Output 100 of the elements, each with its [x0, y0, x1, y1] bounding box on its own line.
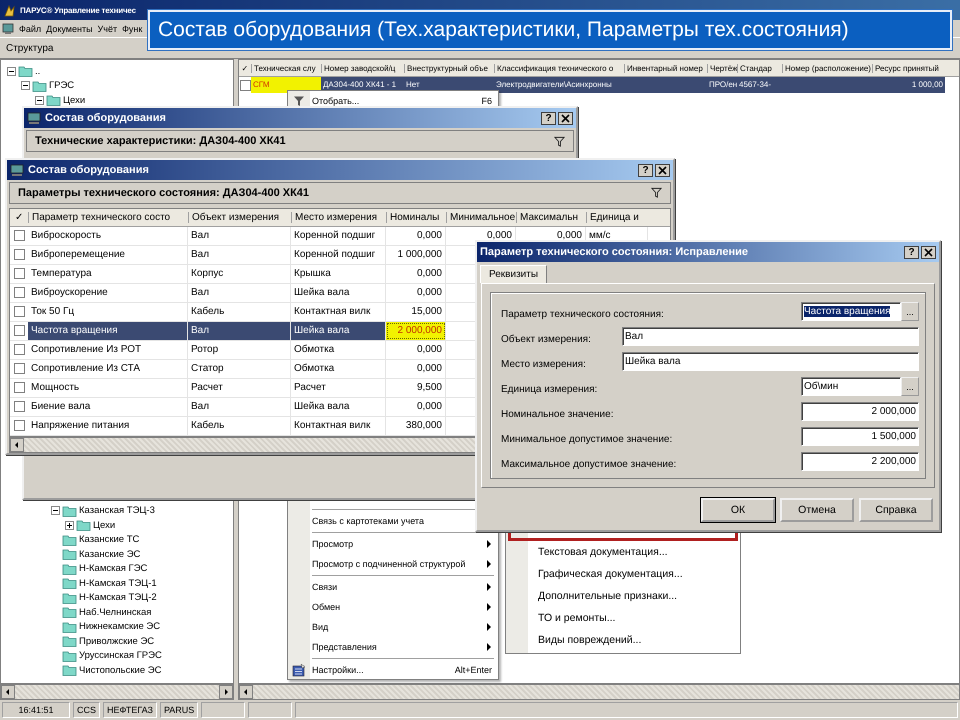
menu-item[interactable]: Учёт	[98, 24, 118, 34]
tree-item[interactable]: Уруссинская ГРЭС	[79, 650, 162, 662]
close-icon[interactable]	[921, 246, 936, 258]
table-row[interactable]: Биение вала Вал Шейка вала 0,000	[28, 398, 446, 416]
input-field[interactable]: Об\мин	[801, 377, 901, 396]
menu-item[interactable]: Виды повреждений...	[506, 629, 740, 651]
row-checkbox[interactable]	[14, 287, 24, 298]
menu-item[interactable]: Функ	[122, 24, 142, 34]
tree-item[interactable]: Наб.Челнинская	[79, 606, 152, 618]
column-header[interactable]: ✓	[239, 64, 251, 72]
menu-item[interactable]: Вид	[288, 617, 498, 637]
tree-item[interactable]: Н-Камская ТЭЦ-1	[79, 578, 157, 589]
row-checkbox[interactable]	[14, 268, 24, 280]
help-button[interactable]: ?	[541, 112, 556, 124]
tree-expander-icon[interactable]	[65, 520, 74, 530]
scroll-left-icon[interactable]	[239, 685, 253, 699]
tree-item[interactable]: Казанские ЭС	[79, 548, 140, 560]
menu-item[interactable]: Просмотр	[288, 534, 498, 554]
input-field[interactable]: 2 200,000	[801, 452, 919, 471]
browse-button[interactable]: ...	[901, 302, 919, 321]
input-field[interactable]: 1 500,000	[801, 427, 919, 446]
input-field[interactable]: Вал	[622, 327, 919, 346]
row-checkbox[interactable]	[14, 401, 24, 412]
tree-item[interactable]: Нижнекамские ЭС	[79, 621, 160, 632]
scroll-left-icon[interactable]	[1, 685, 15, 699]
tree-item[interactable]: Н-Камская ГЭС	[79, 563, 148, 574]
column-header[interactable]: Объект измерения	[188, 212, 291, 223]
tree-expander-icon[interactable]	[51, 506, 60, 516]
horizontal-scrollbar[interactable]	[0, 684, 234, 700]
tree-item[interactable]: Чистопольские ЭС	[79, 664, 162, 676]
column-header[interactable]: Минимальное	[446, 212, 516, 223]
table-row[interactable]: Мощность Расчет Расчет 9,500	[28, 378, 446, 397]
menu-item[interactable]: Графическая документация...	[506, 563, 740, 585]
tree-item[interactable]: Н-Камская ТЭЦ-2	[79, 592, 157, 604]
row-checkbox[interactable]	[14, 230, 24, 242]
horizontal-scrollbar[interactable]	[238, 684, 960, 700]
filter-icon[interactable]	[554, 136, 565, 146]
column-header[interactable]: Ресурс принятый	[872, 64, 945, 72]
column-header[interactable]: Номер заводской/ц	[321, 64, 404, 72]
scroll-right-icon[interactable]	[219, 685, 233, 699]
tree-item[interactable]: Казанская ТЭЦ-3	[79, 505, 155, 516]
menu-item[interactable]: Текстовая документация...	[506, 541, 740, 563]
input-field[interactable]: 2 000,000	[801, 402, 919, 421]
table-row[interactable]: Виброускорение Вал Шейка вала 0,000	[28, 284, 446, 302]
browse-button[interactable]: ...	[901, 377, 919, 396]
column-header[interactable]: Единица и	[586, 212, 648, 223]
tree-expander-icon[interactable]	[21, 81, 30, 90]
row-checkbox[interactable]	[14, 325, 24, 336]
tree-item[interactable]: Казанские ТС	[79, 534, 140, 546]
table-row[interactable]: Напряжение питания Кабель Контактная вилк 380,000	[28, 416, 446, 435]
menu-item[interactable]: Обмен	[288, 597, 498, 617]
table-row[interactable]: Ток 50 Гц Кабель Контактная вилк 15,000	[28, 302, 446, 321]
menu-item[interactable]: Файл	[19, 24, 42, 34]
menu-item[interactable]: Документы	[46, 24, 93, 34]
column-header[interactable]: Инвентарный номер	[624, 64, 707, 72]
input-field[interactable]: Частота вращения	[801, 302, 901, 321]
row-checkbox[interactable]	[14, 382, 24, 394]
tree-item[interactable]: ..	[35, 66, 40, 77]
menu-item[interactable]: ТО и ремонты...	[506, 607, 740, 629]
column-header[interactable]: Номер (расположение)	[782, 64, 872, 72]
help-button[interactable]: ?	[904, 246, 919, 258]
row-checkbox[interactable]	[14, 420, 24, 432]
row-checkbox[interactable]	[14, 363, 24, 374]
tree-item[interactable]: Цехи	[93, 520, 116, 531]
tree-item[interactable]: Цехи	[63, 94, 86, 106]
table-row[interactable]: Сопротивление Из СТА Статор Обмотка 0,000	[28, 360, 446, 378]
column-header[interactable]: Техническая слу	[251, 64, 321, 72]
tree-expander-icon[interactable]	[35, 96, 44, 105]
column-header[interactable]: Номиналы	[386, 212, 446, 223]
tab[interactable]: Реквизиты	[480, 265, 548, 283]
dialog-button[interactable]: Справка	[859, 498, 933, 522]
column-header[interactable]: Внеструктурный объе	[404, 64, 494, 72]
menu-item[interactable]: Представления	[288, 637, 498, 657]
scroll-left-icon[interactable]	[10, 438, 24, 452]
table-row[interactable]: СГМ ДАЗ04-400 ХК41 - 1 Нет Электродвигатели\Асинхронны ПРО/ен 4567-34- 1 000,00	[239, 77, 959, 93]
table-row[interactable]: Сопротивление Из РОТ Ротор Обмотка 0,000	[28, 340, 446, 359]
row-checkbox[interactable]	[14, 344, 24, 356]
menu-item[interactable]: Просмотр с подчиненной структурой	[288, 554, 498, 574]
table-row[interactable]: Температура Корпус Крышка 0,000	[28, 264, 446, 283]
close-icon[interactable]	[558, 112, 573, 124]
tree-expander-icon[interactable]	[7, 66, 16, 76]
table-row[interactable]: Виброперемещение Вал Коренной подшиг 1 000,000	[28, 246, 446, 264]
menu-item[interactable]: Связи	[288, 577, 498, 597]
column-header[interactable]: Максимальн	[516, 212, 586, 223]
row-checkbox[interactable]	[240, 80, 250, 90]
menu-item[interactable]: Дополнительные признаки...	[506, 585, 740, 607]
column-header[interactable]: Классификация технического о	[494, 64, 624, 72]
column-header[interactable]: Чертёж	[707, 64, 737, 72]
column-header[interactable]: Параметр технического состо	[28, 212, 188, 223]
close-icon[interactable]	[655, 164, 670, 176]
menu-item[interactable]: Настройки... Alt+Enter	[288, 660, 498, 680]
tree-item[interactable]: ГРЭС	[49, 80, 74, 92]
table-row[interactable]: Частота вращения Вал Шейка вала 2 000,000	[28, 322, 446, 340]
input-field[interactable]: Шейка вала	[622, 352, 919, 371]
help-button[interactable]: ?	[638, 164, 653, 176]
dialog-button[interactable]: Отмена	[780, 498, 854, 522]
column-header[interactable]: Место измерения	[291, 212, 386, 223]
filter-icon[interactable]	[651, 187, 662, 198]
tree-item[interactable]: Приволжские ЭС	[79, 636, 154, 647]
column-header[interactable]: ✓	[10, 211, 28, 224]
